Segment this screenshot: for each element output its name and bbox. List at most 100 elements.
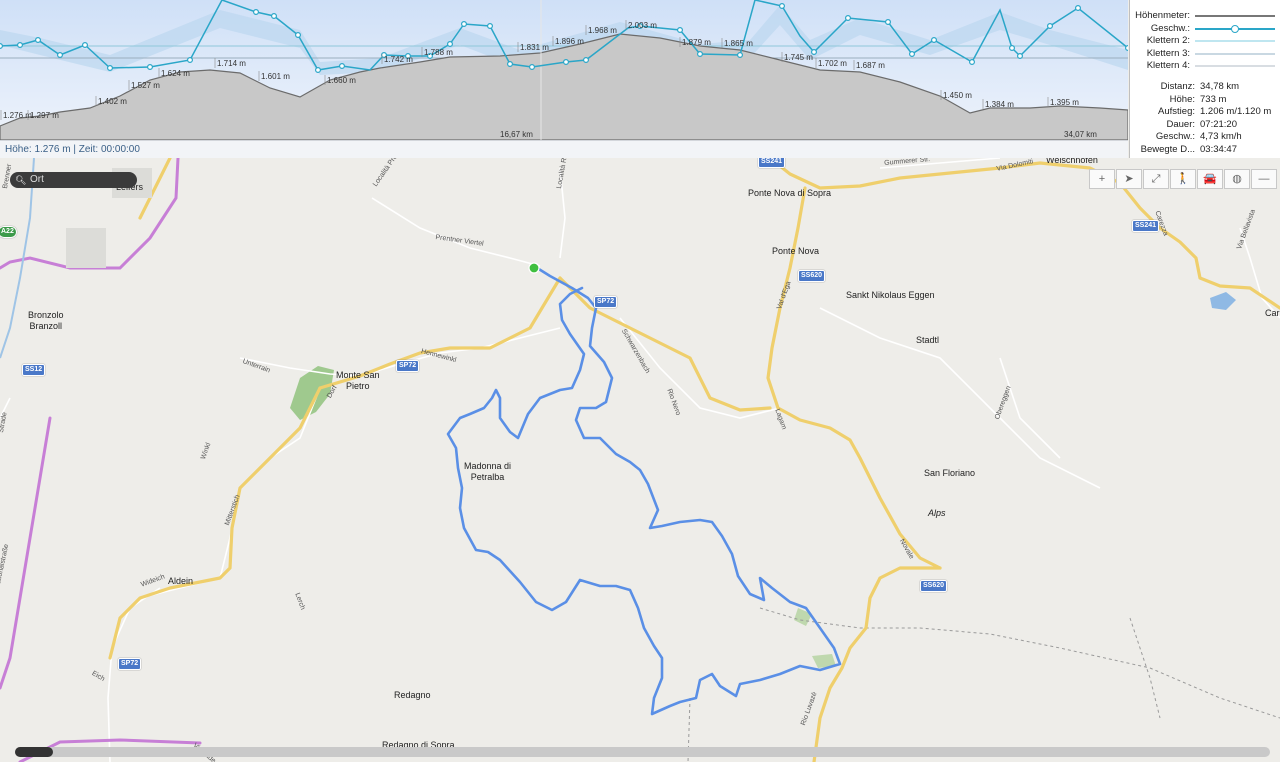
elevation-label: 1.896 m [555, 37, 584, 46]
stat-value: 34,78 km [1200, 81, 1240, 92]
legend-swatch [1195, 52, 1275, 55]
zoom-in-button[interactable]: + [1089, 169, 1115, 189]
speed-point [908, 50, 915, 57]
elevation-label: 1.527 m [131, 81, 160, 90]
shield-sp72b: SP72 [396, 360, 420, 372]
stats-panel: Höhenmeter: Geschw.: Klettern 2: Klettern 3… [1129, 0, 1280, 159]
elevation-label: 1.968 m [588, 26, 617, 35]
elevation-label: 1.714 m [217, 59, 246, 68]
elevation-label: 2.003 m [628, 21, 657, 30]
speed-point [582, 56, 589, 63]
locate-icon: ➤ [1124, 173, 1134, 185]
map-canvas[interactable] [0, 158, 1280, 762]
speed-point [736, 51, 743, 58]
stat-row: Geschw.: 4,73 km/h [1130, 131, 1280, 143]
legend-label: Geschw.: [1150, 22, 1190, 34]
legend-label: Klettern 2: [1146, 35, 1190, 46]
zoom-in-icon: + [1098, 173, 1106, 185]
speed-point [1016, 52, 1023, 59]
car-icon: 🚘 [1203, 173, 1217, 185]
stat-row: Höhe: 733 m [1130, 94, 1280, 106]
elevation-label: 1.297 m [30, 111, 59, 120]
speed-point [528, 63, 535, 70]
legend-label: Klettern 3: [1146, 47, 1190, 59]
elevation-label: 1.450 m [943, 91, 972, 100]
speed-point [147, 63, 154, 70]
search-icon: 🔍︎ [15, 175, 27, 185]
speed-point [461, 21, 468, 28]
globe-button[interactable]: ◍ [1224, 169, 1250, 189]
shield-ss241a: SS241 [758, 158, 786, 168]
shield-sp72a: SP72 [594, 296, 618, 308]
elevation-label: 1.687 m [856, 61, 885, 70]
shield-ss620a: SS620 [798, 270, 826, 282]
map-view[interactable]: Ponte Nova di Sopra Ponte Nova Sankt Nikol… [0, 158, 1280, 762]
elevation-label: 1.384 m [985, 100, 1014, 109]
stat-value: 07:21:20 [1200, 118, 1237, 130]
zoom-out-button[interactable]: — [1251, 169, 1277, 189]
fullscreen-button[interactable]: ⤢ [1143, 169, 1169, 189]
legend-marker [1231, 24, 1239, 33]
elevation-profile[interactable]: 1.276 m 1.297 m 1.402 m 1.527 m 1.624 m 1.714… [0, 0, 1128, 159]
speed-point [507, 60, 514, 67]
zoom-out-icon: — [1258, 173, 1270, 185]
legend-item: Klettern 3: [1125, 48, 1275, 59]
speed-point [930, 36, 937, 43]
stat-row: Distanz: 34,78 km [1130, 81, 1280, 93]
scrollbar-thumb[interactable] [15, 747, 53, 757]
car-button[interactable]: 🚘 [1197, 169, 1223, 189]
speed-point [253, 9, 260, 16]
legend-swatch [1195, 65, 1275, 67]
legend-item: Klettern 2: [1125, 35, 1275, 46]
legend-swatch [1195, 15, 1275, 17]
place-madonna: Madonna di Petralba [464, 461, 512, 482]
speed-point [17, 41, 24, 48]
stat-value: 4,73 km/h [1200, 131, 1242, 142]
elevation-label: 1.402 m [98, 97, 127, 106]
speed-point [1074, 4, 1081, 12]
route-start-marker [528, 262, 540, 274]
distance-label: 16,67 km [500, 130, 533, 139]
speed-point [1046, 23, 1053, 30]
speed-point [562, 58, 569, 65]
speed-point [271, 13, 278, 20]
speed-point [676, 27, 683, 34]
place-redagno: Redagno [394, 690, 431, 700]
stat-key: Höhe: [1169, 93, 1195, 105]
speed-point [295, 31, 302, 38]
search-field[interactable]: 🔍︎ Ort [10, 172, 137, 188]
walk-button[interactable]: 🚶 [1170, 169, 1196, 189]
elevation-label: 1.624 m [161, 69, 190, 78]
speed-point [968, 58, 975, 65]
stat-row: Bewegte D... 03:34:47 [1130, 144, 1280, 156]
speed-point [844, 15, 851, 22]
profile-status: Höhe: 1.276 m | Zeit: 00:00:00 [0, 140, 1128, 158]
speed-point [487, 23, 494, 30]
locate-button[interactable]: ➤ [1116, 169, 1142, 189]
fullscreen-icon: ⤢ [1151, 173, 1161, 185]
stat-key: Dauer: [1166, 118, 1195, 130]
speed-point [81, 41, 88, 48]
stat-key: Geschw.: [1155, 131, 1195, 142]
stat-value: 03:34:47 [1200, 143, 1237, 155]
speed-point [315, 66, 322, 73]
elevation-label: 1.745 m [784, 53, 813, 62]
elevation-label: 1.831 m [520, 43, 549, 52]
legend-item: Geschw.: [1125, 23, 1275, 34]
elevation-label: 1.865 m [724, 39, 753, 48]
speed-point [696, 50, 703, 57]
legend-item: Höhenmeter: [1125, 10, 1275, 21]
speed-point [339, 62, 346, 69]
horizontal-scrollbar[interactable] [15, 747, 1270, 757]
stat-key: Distanz: [1160, 81, 1195, 92]
place-stadtl: Stadtl [916, 335, 940, 345]
elevation-chart[interactable]: 1.276 m1.297 m1.402 m1.527 m1.624 m1.714… [0, 0, 1128, 140]
stat-value: 1.206 m/1.120 m [1200, 106, 1272, 117]
place-carezza: Car [1265, 308, 1280, 318]
place-welschnofen: Welschnofen [1046, 158, 1098, 165]
speed-point [106, 64, 113, 71]
stat-row: Aufstieg: 1.206 m/1.120 m [1130, 106, 1280, 118]
speed-point [447, 40, 454, 47]
shield-ss620b: SS620 [920, 580, 948, 592]
map-toolbar: + ➤ ⤢ 🚶 🚘 ◍ — [1089, 169, 1280, 189]
